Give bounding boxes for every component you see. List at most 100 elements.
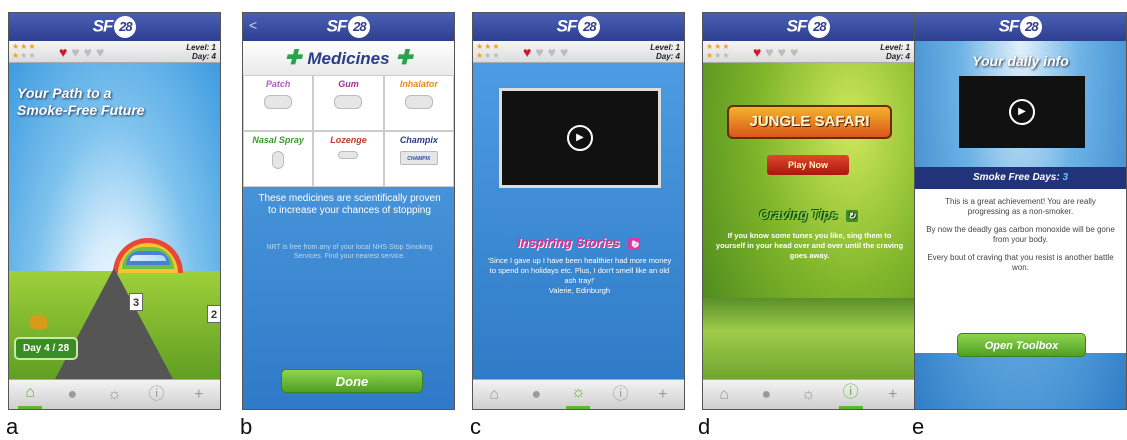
smoke-free-count: 3	[1062, 172, 1069, 183]
nrt-note: NRT is free from any of your local NHS S…	[266, 244, 433, 260]
medicine-lozenge[interactable]: Lozenge	[313, 131, 384, 187]
home-icon[interactable]: ⌂	[482, 382, 506, 408]
refresh-icon[interactable]: ↻	[627, 237, 640, 250]
home-icon[interactable]: ⌂	[712, 382, 736, 408]
plus-icon[interactable]: +	[651, 382, 675, 408]
smoke-free-days: Smoke Free Days: 3	[915, 167, 1126, 189]
bottom-nav: ⌂ ● ☼ ⓘ +	[9, 379, 220, 409]
heart-icon: ♥	[765, 44, 778, 60]
level-day: Level: 1 Day: 4	[650, 43, 680, 61]
lightbulb-icon[interactable]: ☼	[102, 382, 126, 408]
apple-icon[interactable]: ●	[754, 382, 778, 408]
medicine-patch[interactable]: Patch	[243, 75, 314, 131]
heart-icon: ♥	[59, 44, 72, 60]
tip-text: If you know some tunes you like, sing th…	[715, 231, 904, 260]
lives-hearts: ♥♥♥♥	[59, 44, 108, 60]
app-logo: SF 28	[557, 16, 601, 38]
caption-a: a	[6, 414, 19, 439]
caption-e: e	[912, 414, 925, 439]
play-now-button[interactable]: Play Now	[767, 155, 849, 175]
lightbulb-icon[interactable]: ☼	[796, 382, 820, 408]
milestone-sign: 3	[129, 293, 143, 311]
status-bar: ★★★ ★★★ ♥♥♥♥ Level: 1 Day: 4	[703, 41, 914, 63]
app-header: SF 28	[473, 13, 684, 41]
heart-icon: ♥	[559, 44, 573, 60]
bottom-nav: ⌂ ● ☼ ⓘ +	[473, 379, 684, 409]
info-paragraph: This is a great achievement! You are rea…	[945, 197, 1096, 216]
info-icon[interactable]: ⓘ	[609, 382, 633, 408]
jungle-safari-logo: JUNGLE SAFARI	[727, 105, 892, 139]
play-icon[interactable]: ▶	[1009, 99, 1035, 125]
medicine-inhalator[interactable]: Inhalator	[383, 75, 454, 131]
champix-box-image: CHAMPIX	[399, 151, 438, 165]
app-logo: SF 28	[93, 16, 137, 38]
back-icon[interactable]: <	[249, 17, 257, 33]
app-header: < SF 28	[243, 13, 454, 41]
refresh-icon[interactable]: ↻	[845, 209, 858, 222]
home-icon[interactable]: ⌂	[18, 380, 43, 409]
open-toolbox-button[interactable]: Open Toolbox	[957, 333, 1086, 357]
status-bar: ★★★ ★★★ ♥♥♥♥ Level: 1 Day: 4	[473, 41, 684, 63]
lightbulb-icon[interactable]: ☼	[566, 380, 591, 409]
screen-c: SF 28 ★★★ ★★★ ♥♥♥♥ Level: 1 Day: 4 ▶ Inspir…	[472, 12, 685, 410]
lives-hearts: ♥♥♥♥	[523, 44, 572, 60]
patch-image	[264, 95, 293, 109]
apple-icon[interactable]: ●	[60, 382, 84, 408]
app-header: SF 28	[9, 13, 220, 41]
page-title: Your Path to a Smoke-Free Future	[17, 85, 145, 118]
plus-icon[interactable]: +	[187, 382, 211, 408]
heart-icon: ♥	[789, 44, 803, 60]
heart-icon: ♥	[523, 44, 536, 60]
screen-d: SF 28 ★★★ ★★★ ♥♥♥♥ Level: 1 Day: 4 JUNGLE S…	[702, 12, 915, 410]
medicine-grid: Patch Gum Inhalator Nasal Spray Lozenge …	[243, 75, 454, 187]
medicines-heading: ✚ Medicines ✚	[243, 41, 454, 75]
info-paragraph: Every bout of craving that you resist is…	[927, 253, 1114, 272]
plus-icon[interactable]: +	[881, 382, 905, 408]
star-rating: ★★★ ★★★	[476, 42, 501, 60]
story-author: Valerie, Edinburgh	[548, 286, 611, 295]
info-text: These medicines are scientifically prove…	[258, 193, 441, 216]
heart-icon: ♥	[83, 44, 96, 60]
water-reflection	[703, 298, 914, 381]
app-header: SF 28	[703, 13, 914, 41]
screen-e: SF 28 Your daily info ▶ Smoke Free Days: …	[914, 12, 1127, 410]
video-player[interactable]: ▶	[959, 76, 1085, 148]
inhalator-image	[404, 95, 433, 109]
heart-icon: ♥	[547, 44, 560, 60]
app-logo: SF 28	[327, 16, 371, 38]
done-button[interactable]: Done	[281, 369, 423, 393]
day-progress-badge[interactable]: Day 4 / 28	[14, 337, 79, 360]
video-player[interactable]: ▶	[499, 88, 661, 188]
story-quote: 'Since I gave up I have been healthier h…	[487, 256, 672, 295]
cross-icon: ✚	[284, 47, 302, 69]
app-logo: SF 28	[787, 16, 831, 38]
play-icon[interactable]: ▶	[567, 125, 593, 151]
info-icon[interactable]: ⓘ	[838, 380, 863, 409]
page-title: Your daily info	[972, 53, 1069, 69]
star-rating: ★★★ ★★★	[706, 42, 731, 60]
heart-icon: ♥	[71, 44, 84, 60]
road-image	[54, 268, 174, 381]
stories-title: Inspiring Stories ↻	[473, 235, 684, 250]
star-rating: ★★★ ★★★	[12, 42, 37, 60]
nasal-spray-image	[272, 151, 285, 169]
info-paragraph: By now the deadly gas carbon monoxide wi…	[926, 225, 1115, 244]
medicine-gum[interactable]: Gum	[313, 75, 384, 131]
level-day: Level: 1 Day: 4	[880, 43, 910, 61]
medicine-champix[interactable]: Champix CHAMPIX	[383, 131, 454, 187]
heart-icon: ♥	[535, 44, 548, 60]
caption-b: b	[240, 414, 253, 439]
apple-icon[interactable]: ●	[524, 382, 548, 408]
heart-icon: ♥	[777, 44, 790, 60]
tips-title: Craving Tips ↻	[703, 207, 914, 222]
screen-b: < SF 28 ✚ Medicines ✚ Patch Gum Inhalator N…	[242, 12, 455, 410]
bottom-nav: ⌂ ● ☼ ⓘ +	[703, 379, 914, 409]
heart-icon: ♥	[753, 44, 766, 60]
info-icon[interactable]: ⓘ	[145, 382, 169, 408]
heart-icon: ♥	[95, 44, 109, 60]
app-logo: SF 28	[999, 16, 1043, 38]
lives-hearts: ♥♥♥♥	[753, 44, 802, 60]
medicine-nasal-spray[interactable]: Nasal Spray	[243, 131, 314, 187]
level-day: Level: 1 Day: 4	[186, 43, 216, 61]
gum-image	[334, 95, 363, 109]
